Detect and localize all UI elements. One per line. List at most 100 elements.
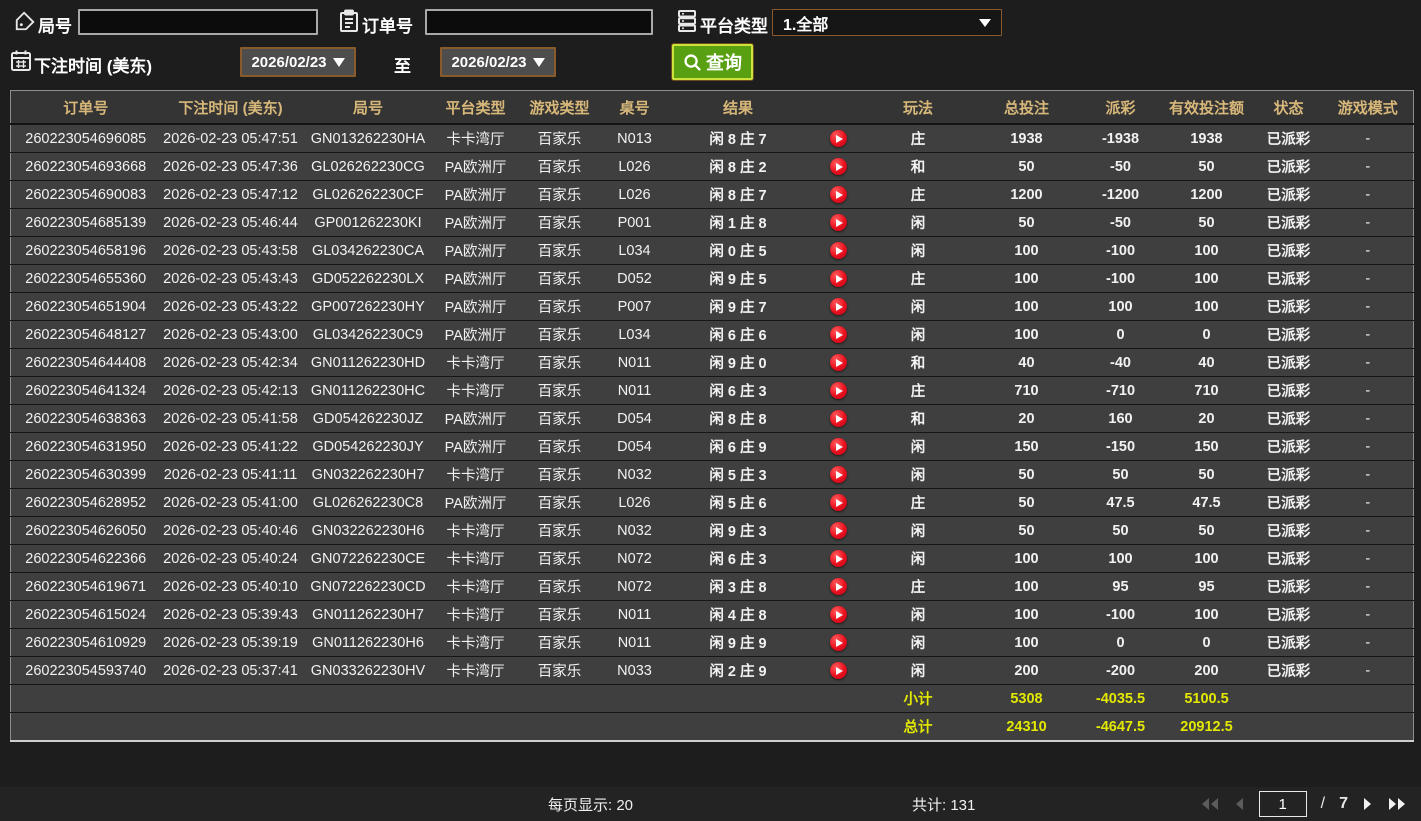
replay-play-icon[interactable]: [829, 354, 847, 371]
order-id-input[interactable]: [425, 9, 653, 35]
cell-replay: [811, 209, 866, 237]
calendar-icon: [10, 49, 32, 78]
cell-result: 闲 6 庄 9: [709, 440, 767, 456]
cell-game-type: 百家乐: [537, 468, 582, 484]
replay-play-icon[interactable]: [829, 270, 847, 287]
cell-status: 已派彩: [1266, 412, 1311, 428]
cell-round-id: GN072262230CE: [310, 550, 426, 567]
replay-play-icon[interactable]: [829, 438, 847, 455]
cell-total-bet: 100: [1014, 634, 1039, 651]
replay-play-icon[interactable]: [829, 214, 847, 231]
cell-platform: 卡卡湾厅: [446, 524, 505, 540]
cell-bet-time: 2026-02-23 05:41:11: [163, 466, 298, 483]
table-header-row: 订单号 下注时间 (美东) 局号 平台类型 游戏类型 桌号 结果 玩法 总投注 …: [10, 90, 1414, 125]
cell-table-no: D052: [617, 270, 652, 287]
cell-round-id: GN072262230CD: [310, 578, 426, 595]
cell-total-bet: 100: [1014, 550, 1039, 567]
cell-game-type: 百家乐: [537, 272, 582, 288]
replay-play-icon[interactable]: [829, 382, 847, 399]
bet-records-table: 订单号 下注时间 (美东) 局号 平台类型 游戏类型 桌号 结果 玩法 总投注 …: [10, 90, 1414, 742]
cell-bet-time: 2026-02-23 05:43:00: [163, 326, 298, 343]
cell-round-id: GN033262230HV: [310, 662, 426, 679]
cell-platform: PA欧洲厅: [444, 272, 507, 288]
cell-game-mode: -: [1365, 270, 1371, 287]
cell-play: 闲: [910, 300, 926, 316]
date-from-select[interactable]: 2026/02/23: [240, 47, 356, 77]
platform-type-select[interactable]: 1.全部: [772, 9, 1002, 36]
cell-play: 闲: [910, 468, 926, 484]
table-row: 260223054622366 2026-02-23 05:40:24 GN0722…: [10, 544, 1414, 573]
cell-play: 庄: [910, 132, 926, 148]
col-header-game-mode: 游戏模式: [1322, 90, 1414, 125]
cell-payout: 50: [1112, 466, 1129, 483]
date-from-value: 2026/02/23: [251, 53, 327, 71]
page-number-input[interactable]: [1258, 791, 1307, 817]
replay-play-icon[interactable]: [829, 242, 847, 259]
cell-play: 庄: [910, 272, 926, 288]
cell-status: 已派彩: [1266, 216, 1311, 232]
date-to-select[interactable]: 2026/02/23: [440, 47, 556, 77]
cell-replay: [811, 461, 866, 489]
cell-order-id: 260223054655360: [25, 270, 147, 287]
search-button[interactable]: 查询: [672, 44, 753, 80]
cell-bet-time: 2026-02-23 05:43:22: [163, 298, 298, 315]
col-header-valid-bet: 有效投注额: [1158, 90, 1255, 125]
cell-bet-time: 2026-02-23 05:39:19: [163, 634, 298, 651]
cell-platform: 卡卡湾厅: [446, 468, 505, 484]
replay-play-icon[interactable]: [829, 130, 847, 147]
cell-game-mode: -: [1365, 662, 1371, 679]
cell-status: 已派彩: [1266, 188, 1311, 204]
cell-replay: [811, 181, 866, 209]
cell-replay: [811, 657, 866, 685]
first-page-button[interactable]: [1200, 796, 1220, 812]
replay-play-icon[interactable]: [829, 662, 847, 679]
cell-payout: -50: [1110, 214, 1131, 231]
cell-play: 闲: [910, 216, 926, 232]
clipboard-icon: [338, 9, 360, 38]
cell-game-type: 百家乐: [537, 328, 582, 344]
replay-play-icon[interactable]: [829, 466, 847, 483]
cell-order-id: 260223054696085: [25, 130, 147, 147]
replay-play-icon[interactable]: [829, 550, 847, 567]
replay-play-icon[interactable]: [829, 578, 847, 595]
replay-play-icon[interactable]: [829, 606, 847, 623]
cell-table-no: L026: [618, 494, 651, 511]
replay-play-icon[interactable]: [829, 158, 847, 175]
replay-play-icon[interactable]: [829, 186, 847, 203]
cell-payout: -150: [1105, 438, 1136, 455]
replay-play-icon[interactable]: [829, 522, 847, 539]
replay-play-icon[interactable]: [829, 410, 847, 427]
table-row: 260223054615024 2026-02-23 05:39:43 GN0112…: [10, 600, 1414, 629]
cell-play: 闲: [910, 664, 926, 680]
cell-game-mode: -: [1365, 438, 1371, 455]
replay-play-icon[interactable]: [829, 634, 847, 651]
cell-round-id: GP007262230HY: [311, 298, 425, 315]
table-row: 260223054631950 2026-02-23 05:41:22 GD0542…: [10, 432, 1414, 461]
cell-round-id: GD054262230JZ: [312, 410, 424, 427]
replay-play-icon[interactable]: [829, 326, 847, 343]
replay-play-icon[interactable]: [829, 298, 847, 315]
prev-page-button[interactable]: [1234, 796, 1245, 812]
round-id-input[interactable]: [78, 9, 318, 35]
cell-replay: [811, 237, 866, 265]
replay-play-icon[interactable]: [829, 494, 847, 511]
cell-bet-time: 2026-02-23 05:40:10: [163, 578, 298, 595]
cell-order-id: 260223054644408: [25, 354, 147, 371]
last-page-button[interactable]: [1387, 796, 1407, 812]
table-row: 260223054619671 2026-02-23 05:40:10 GN0722…: [10, 572, 1414, 601]
cell-platform: PA欧洲厅: [444, 188, 507, 204]
cell-play: 和: [910, 356, 926, 372]
total-row-total-bet: 24310: [1006, 718, 1047, 735]
cell-table-no: N072: [617, 578, 652, 595]
cell-round-id: GL034262230C9: [312, 326, 424, 343]
cell-replay: [811, 573, 866, 601]
cell-result: 闲 5 庄 6: [709, 496, 767, 512]
subtotal-row-payout: -4035.5: [1095, 690, 1146, 707]
cell-game-type: 百家乐: [537, 524, 582, 540]
cell-status: 已派彩: [1266, 328, 1311, 344]
cell-play: 庄: [910, 496, 926, 512]
table-row: 260223054630399 2026-02-23 05:41:11 GN0322…: [10, 460, 1414, 489]
next-page-button[interactable]: [1362, 796, 1373, 812]
cell-total-bet: 20: [1018, 410, 1035, 427]
cell-status: 已派彩: [1266, 300, 1311, 316]
